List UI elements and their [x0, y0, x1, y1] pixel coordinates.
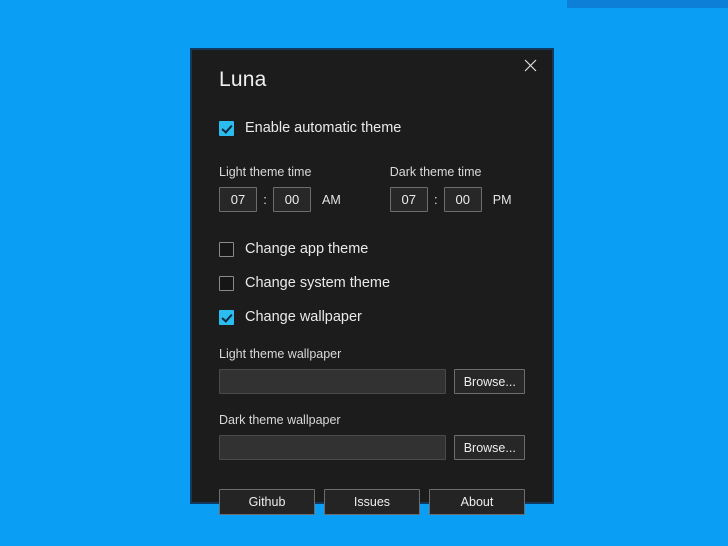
light-theme-minute-input[interactable]	[273, 187, 311, 212]
dark-theme-meridiem-label[interactable]: PM	[493, 193, 512, 207]
window-titlebar: Luna	[192, 50, 552, 108]
dark-theme-wallpaper-caption: Dark theme wallpaper	[219, 413, 341, 427]
settings-body: Enable automatic theme Light theme time …	[192, 117, 552, 515]
change-system-theme-label: Change system theme	[245, 274, 391, 291]
light-theme-meridiem-label[interactable]: AM	[322, 193, 341, 207]
light-theme-time-row: : AM	[219, 187, 341, 212]
dark-theme-minute-input[interactable]	[443, 187, 482, 212]
change-app-theme-label: Change app theme	[245, 240, 369, 257]
dark-theme-wallpaper-block: Dark theme wallpaper Browse...	[219, 413, 525, 460]
enable-automatic-theme-checkbox[interactable]	[219, 120, 234, 136]
change-system-theme-checkbox[interactable]	[219, 275, 234, 291]
footer-button-bar: Github Issues About	[219, 489, 525, 515]
light-theme-wallpaper-browse-button[interactable]: Browse...	[453, 369, 525, 394]
change-app-theme-row[interactable]: Change app theme	[219, 238, 525, 260]
theme-options-list: Change app theme Change system theme Cha…	[219, 238, 525, 328]
light-theme-time-separator: :	[263, 192, 267, 207]
desktop-top-strip	[567, 0, 728, 8]
change-system-theme-row[interactable]: Change system theme	[219, 272, 525, 294]
light-theme-wallpaper-caption: Light theme wallpaper	[219, 347, 342, 361]
dark-theme-time-row: : PM	[389, 187, 512, 212]
dark-theme-wallpaper-picker: Browse...	[219, 435, 525, 460]
change-wallpaper-row[interactable]: Change wallpaper	[219, 306, 525, 328]
page-title: Luna	[219, 68, 267, 91]
light-theme-wallpaper-block: Light theme wallpaper Browse...	[219, 347, 525, 394]
change-wallpaper-label: Change wallpaper	[245, 308, 362, 325]
close-icon	[524, 59, 537, 72]
dark-theme-time-caption: Dark theme time	[389, 165, 482, 179]
dark-theme-time-group: Dark theme time : PM	[389, 165, 512, 212]
dark-theme-wallpaper-input[interactable]	[219, 435, 446, 460]
change-wallpaper-checkbox[interactable]	[219, 309, 234, 325]
issues-button[interactable]: Issues	[324, 489, 420, 515]
change-app-theme-checkbox[interactable]	[219, 241, 234, 257]
github-button[interactable]: Github	[219, 489, 315, 515]
dark-theme-time-separator: :	[433, 192, 438, 207]
light-theme-wallpaper-input[interactable]	[219, 369, 446, 394]
light-theme-hour-input[interactable]	[219, 187, 257, 212]
light-theme-time-caption: Light theme time	[219, 165, 312, 179]
light-theme-time-group: Light theme time : AM	[219, 165, 341, 212]
enable-automatic-theme-label: Enable automatic theme	[245, 119, 402, 136]
luna-settings-window: Luna Enable automatic theme Light theme …	[190, 48, 554, 515]
light-theme-wallpaper-picker: Browse...	[219, 369, 525, 394]
dark-theme-wallpaper-browse-button[interactable]: Browse...	[453, 435, 525, 460]
close-button[interactable]	[508, 50, 552, 80]
about-button[interactable]: About	[429, 489, 525, 515]
dark-theme-hour-input[interactable]	[389, 187, 428, 212]
enable-automatic-theme-row[interactable]: Enable automatic theme	[219, 117, 525, 139]
theme-time-section: Light theme time : AM Dark theme time :	[219, 165, 525, 212]
desktop-background: Luna Enable automatic theme Light theme …	[0, 0, 728, 546]
